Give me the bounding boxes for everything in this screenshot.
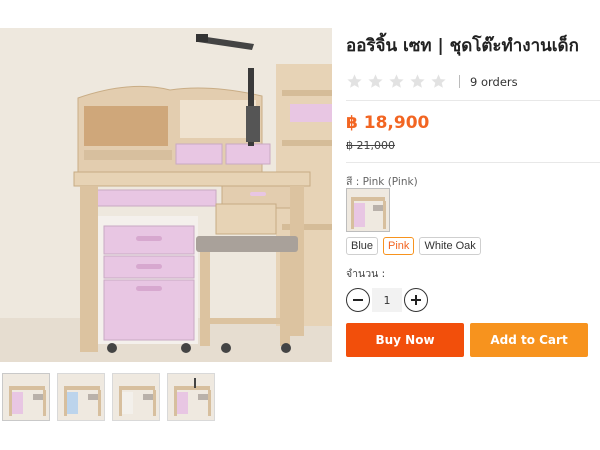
thumbnail-2[interactable] <box>57 373 105 421</box>
orders-count: 9 orders <box>470 74 518 89</box>
quantity-label: จำนวน : <box>346 268 386 280</box>
color-option-pink[interactable]: Pink <box>383 237 415 255</box>
thumbnail-strip <box>2 373 215 421</box>
star-icon <box>389 74 404 88</box>
original-price: ฿ 21,000 <box>346 139 395 152</box>
current-price: ฿ 18,900 <box>346 113 430 133</box>
main-product-image[interactable] <box>0 28 332 362</box>
quantity-stepper <box>346 288 428 312</box>
star-icon <box>431 74 446 88</box>
desk-set-photo <box>0 28 332 362</box>
quantity-input[interactable] <box>372 288 402 312</box>
color-options: Blue Pink White Oak <box>346 237 481 255</box>
star-icon <box>347 74 362 88</box>
product-title: ออริจิ้น เซท | ชุดโต๊ะทำงานเด็ก <box>346 36 579 56</box>
decrease-quantity-button[interactable] <box>346 288 370 312</box>
thumbnail-1[interactable] <box>2 373 50 421</box>
minus-icon <box>353 299 363 301</box>
increase-quantity-button[interactable] <box>404 288 428 312</box>
rating-separator <box>459 75 460 88</box>
divider <box>346 100 600 101</box>
rating-row: 9 orders <box>346 73 518 90</box>
divider <box>346 162 600 163</box>
color-option-blue[interactable]: Blue <box>346 237 379 255</box>
star-icon <box>368 74 383 88</box>
buy-now-button[interactable]: Buy Now <box>346 323 464 357</box>
add-to-cart-button[interactable]: Add to Cart <box>470 323 588 357</box>
thumbnail-4[interactable] <box>167 373 215 421</box>
thumbnail-3[interactable] <box>112 373 160 421</box>
color-option-white-oak[interactable]: White Oak <box>419 237 481 255</box>
plus-icon <box>411 295 421 305</box>
star-icon <box>410 74 425 88</box>
color-swatch-image[interactable] <box>346 188 390 232</box>
